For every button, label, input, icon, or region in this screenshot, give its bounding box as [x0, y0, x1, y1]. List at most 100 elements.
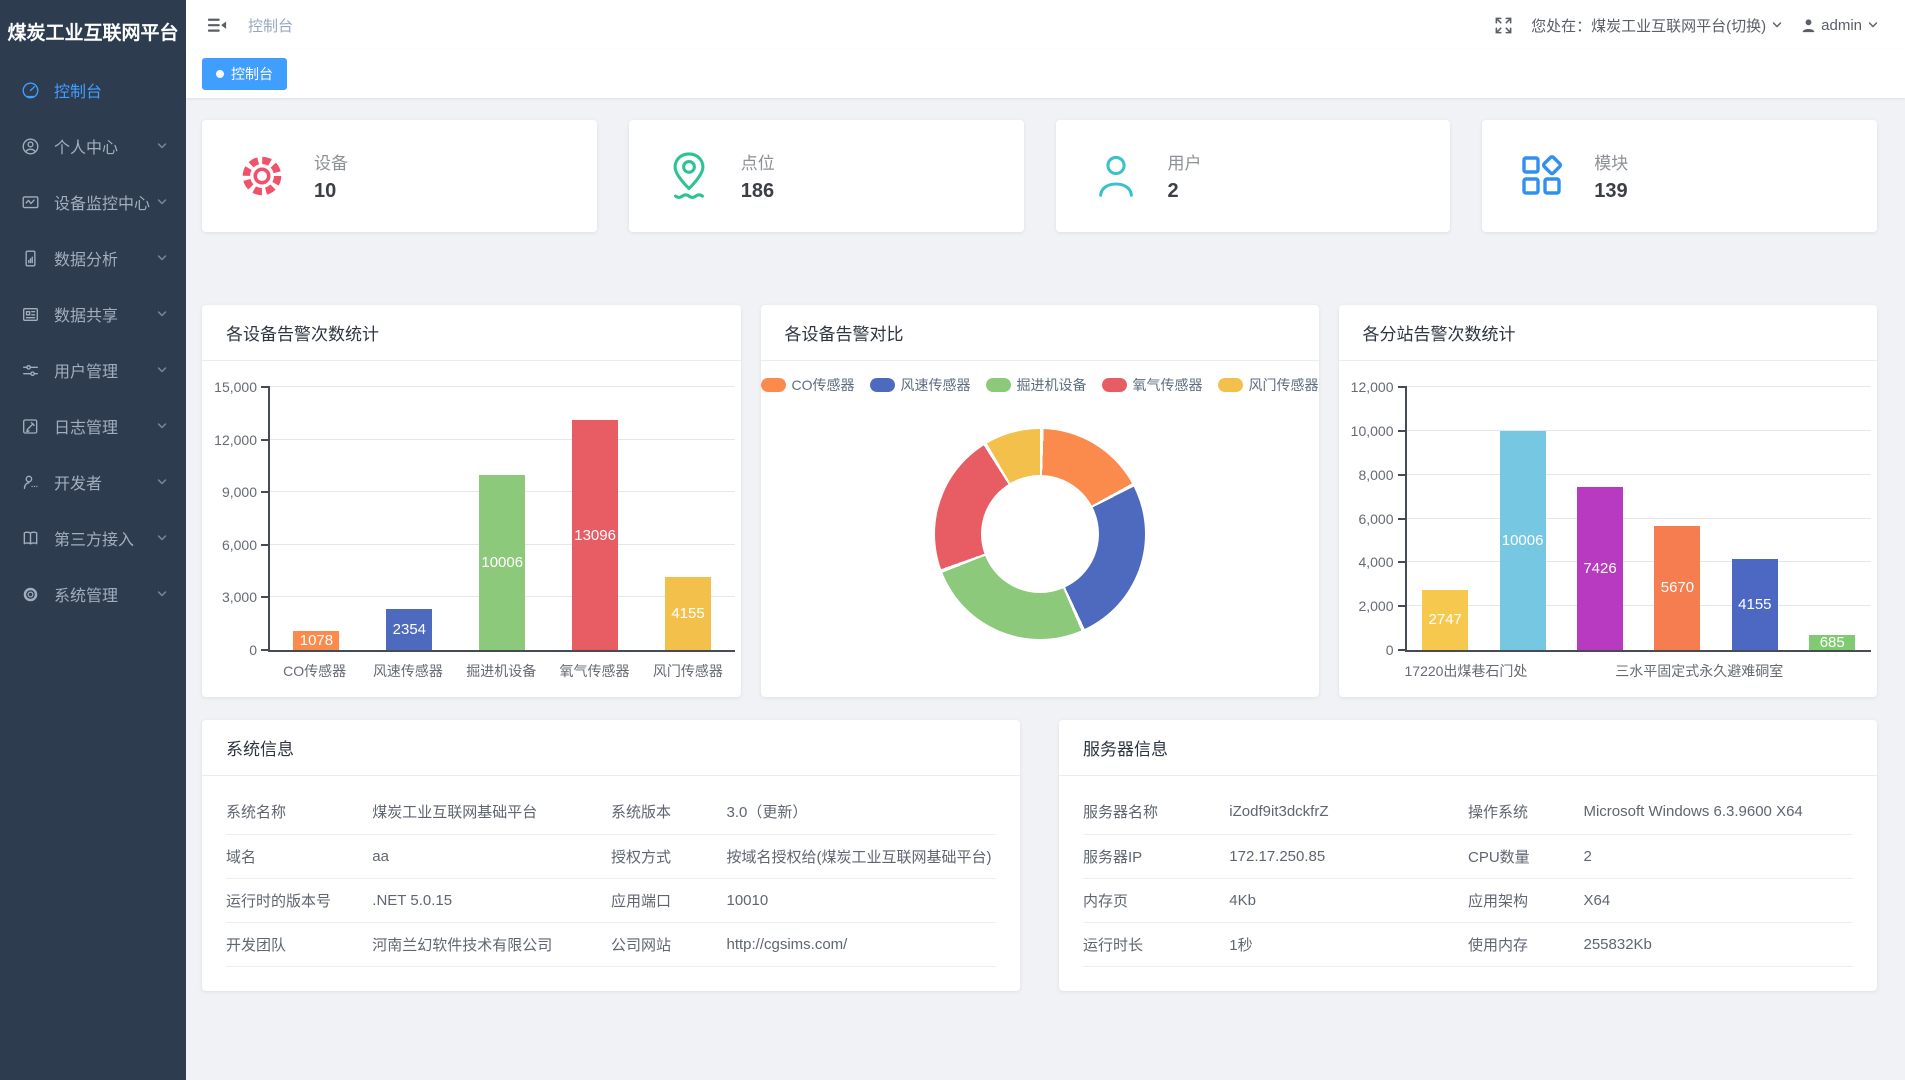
donut-ring[interactable]: [935, 429, 1145, 639]
sidebar-item-analysis[interactable]: 数据分析: [0, 230, 186, 286]
legend-item[interactable]: 氧气传感器: [1102, 375, 1203, 395]
y-axis-tick-label: 0: [1386, 642, 1394, 658]
stat-card-label: 用户: [1168, 149, 1202, 174]
user-menu[interactable]: admin: [1801, 17, 1879, 34]
bar[interactable]: 10006: [1500, 431, 1546, 650]
sidebar-item-system[interactable]: 系统管理: [0, 566, 186, 622]
sidebar-item-profile[interactable]: 个人中心: [0, 118, 186, 174]
sidebar-item-label: 个人中心: [54, 134, 156, 158]
x-axis-slot: [1827, 661, 1871, 681]
monitor-icon: [20, 192, 40, 212]
analysis-icon: [20, 248, 40, 268]
x-axis-slot: [1527, 661, 1571, 681]
sidebar-item-label: 用户管理: [54, 358, 156, 382]
x-axis-slot: [1783, 661, 1827, 681]
server-info-table: 服务器名称iZodf9it3dckfrZ操作系统Microsoft Window…: [1083, 790, 1853, 967]
table-row: 内存页4Kb应用架构X64: [1083, 878, 1853, 922]
sidebar-item-monitor[interactable]: 设备监控中心: [0, 174, 186, 230]
table-row: 系统名称煤炭工业互联网基础平台系统版本3.0（更新）: [226, 790, 996, 834]
profile-icon: [20, 136, 40, 156]
info-value: 按域名授权给(煤炭工业互联网基础平台): [726, 834, 996, 878]
info-label: CPU数量: [1468, 834, 1584, 878]
pin-icon: [663, 150, 715, 202]
fullscreen-icon[interactable]: [1494, 16, 1513, 35]
legend-item[interactable]: 掘进机设备: [986, 375, 1087, 395]
tab-console[interactable]: 控制台: [202, 58, 287, 90]
y-axis-tick-label: 0: [249, 642, 257, 658]
sidebar-menu: 控制台个人中心设备监控中心数据分析数据共享用户管理日志管理开发者第三方接入系统管…: [0, 62, 186, 622]
sidebar-item-users[interactable]: 用户管理: [0, 342, 186, 398]
x-axis-category-label: 三水平固定式永久避难硐室: [1615, 661, 1783, 681]
legend-swatch-icon: [761, 378, 786, 392]
bar-value-label: 4155: [671, 605, 704, 622]
legend-swatch-icon: [1218, 378, 1243, 392]
bar[interactable]: 4155: [665, 577, 711, 650]
stat-card-text: 点位186: [741, 149, 775, 203]
y-axis-tick-mark: [261, 491, 270, 493]
legend-item[interactable]: 风门传感器: [1218, 375, 1319, 395]
y-axis-tick-label: 15,000: [214, 379, 257, 395]
device-alarm-bar-chart: 03,0006,0009,00012,00015,000107823541000…: [202, 387, 741, 681]
collapse-menu-icon[interactable]: [206, 15, 228, 35]
legend-label: CO传感器: [792, 375, 855, 395]
system-info-table: 系统名称煤炭工业互联网基础平台系统版本3.0（更新）域名aa授权方式按域名授权给…: [226, 790, 996, 967]
legend-label: 掘进机设备: [1017, 375, 1087, 395]
sidebar-item-developer[interactable]: 开发者: [0, 454, 186, 510]
sidebar-item-label: 控制台: [54, 78, 168, 102]
sidebar-item-thirdparty[interactable]: 第三方接入: [0, 510, 186, 566]
x-axis: 17220出煤巷石门处 三水平固定式永久避难硐室: [1405, 661, 1872, 681]
charts-row: 各设备告警次数统计 03,0006,0009,00012,00015,00010…: [202, 305, 1877, 697]
info-label: 应用端口: [611, 878, 727, 922]
legend-swatch-icon: [1102, 378, 1127, 392]
bar[interactable]: 1078: [293, 631, 339, 650]
sidebar-item-share[interactable]: 数据共享: [0, 286, 186, 342]
bar[interactable]: 2354: [386, 609, 432, 650]
sidebar-item-dashboard[interactable]: 控制台: [0, 62, 186, 118]
stat-cards-row: 设备10点位186用户2模块139: [202, 120, 1877, 232]
sidebar-item-label: 设备监控中心: [54, 190, 156, 214]
info-label: 系统版本: [611, 790, 727, 834]
sidebar-item-logs[interactable]: 日志管理: [0, 398, 186, 454]
info-label: 域名: [226, 834, 372, 878]
chevron-down-icon: [156, 252, 168, 264]
y-axis-tick-label: 8,000: [1358, 467, 1393, 483]
legend-item[interactable]: CO传感器: [761, 375, 855, 395]
app-title: 煤炭工业互联网平台: [0, 0, 186, 62]
chart-title: 各设备告警次数统计: [202, 305, 741, 361]
bar[interactable]: 10006: [479, 475, 525, 650]
y-axis-tick-mark: [261, 596, 270, 598]
chevron-down-icon: [156, 196, 168, 208]
bar[interactable]: 2747: [1422, 590, 1468, 650]
x-axis-category-label: 17220出煤巷石门处: [1405, 661, 1528, 681]
x-axis: CO传感器风速传感器掘进机设备氧气传感器风门传感器: [268, 661, 735, 681]
chevron-down-icon: [156, 476, 168, 488]
y-axis-tick-mark: [1398, 386, 1407, 388]
info-value: 1秒: [1229, 922, 1468, 966]
x-axis-slot: 风门传感器: [641, 661, 734, 681]
x-axis-slot: 17220出煤巷石门处: [1405, 661, 1528, 681]
info-label: 运行时长: [1083, 922, 1229, 966]
info-row: 系统信息 系统名称煤炭工业互联网基础平台系统版本3.0（更新）域名aa授权方式按…: [202, 720, 1877, 991]
bar[interactable]: 4155: [1732, 559, 1778, 650]
bar[interactable]: 7426: [1577, 487, 1623, 650]
stat-card-text: 设备10: [314, 149, 348, 203]
info-label: 服务器名称: [1083, 790, 1229, 834]
bar[interactable]: 5670: [1654, 526, 1700, 650]
sidebar-item-label: 日志管理: [54, 414, 156, 438]
x-axis-slot: 风速传感器: [361, 661, 454, 681]
platform-switcher[interactable]: 您处在：煤炭工业互联网平台(切换): [1531, 15, 1783, 36]
x-axis-category-label: 风门传感器: [653, 661, 723, 681]
info-value: iZodf9it3dckfrZ: [1229, 790, 1468, 834]
stat-card-text: 用户2: [1168, 149, 1202, 203]
bar[interactable]: 685: [1809, 635, 1855, 650]
info-value: 煤炭工业互联网基础平台: [372, 790, 611, 834]
y-axis-tick-label: 6,000: [1358, 511, 1393, 527]
y-axis-tick-mark: [261, 386, 270, 388]
table-row: 开发团队河南兰幻软件技术有限公司公司网站http://cgsims.com/: [226, 922, 996, 966]
stat-card-pin: 点位186: [629, 120, 1024, 232]
bar[interactable]: 13096: [572, 420, 618, 650]
legend-item[interactable]: 风速传感器: [870, 375, 971, 395]
info-value: X64: [1583, 878, 1853, 922]
y-axis-tick-label: 10,000: [1351, 423, 1394, 439]
info-label: 内存页: [1083, 878, 1229, 922]
